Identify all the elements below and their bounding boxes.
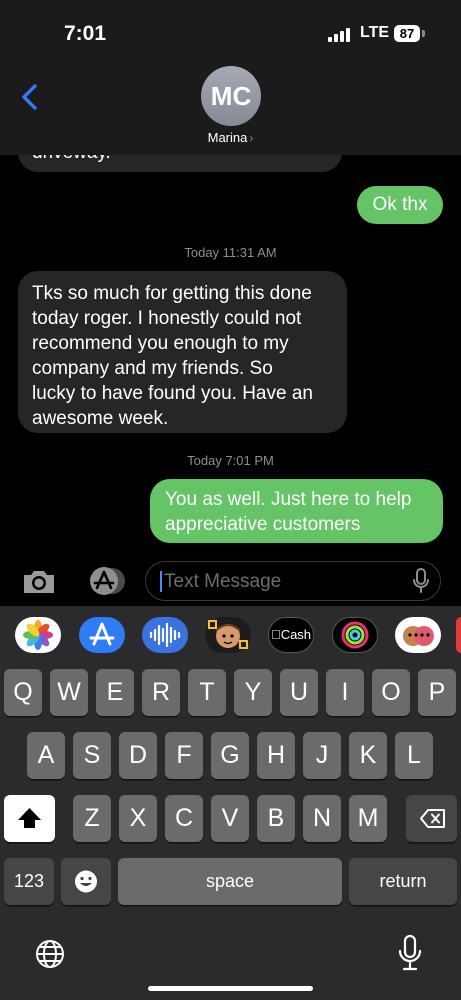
activity-icon[interactable] xyxy=(332,617,378,653)
space-key[interactable]: space xyxy=(118,858,342,905)
message-outgoing[interactable]: You as well. Just here to help appreciat… xyxy=(150,479,443,543)
key-o[interactable]: O xyxy=(372,669,410,716)
message-line: today roger. I honestly could not xyxy=(32,308,302,329)
memoji-stickers-icon[interactable] xyxy=(395,617,441,653)
key-g[interactable]: G xyxy=(211,732,249,779)
contact-name[interactable]: Marina › xyxy=(0,130,461,145)
message-line: company and my friends. So xyxy=(32,358,273,379)
text-cursor xyxy=(160,571,162,592)
home-indicator xyxy=(148,986,313,991)
key-x[interactable]: X xyxy=(119,795,157,842)
key-s[interactable]: S xyxy=(73,732,111,779)
cash-label: Cash xyxy=(275,627,311,642)
photos-icon[interactable] xyxy=(15,617,61,653)
key-a[interactable]: A xyxy=(27,732,65,779)
shift-key[interactable] xyxy=(4,795,55,842)
message-outgoing[interactable]: Ok thx xyxy=(357,186,443,224)
globe-icon[interactable] xyxy=(34,938,66,970)
battery-tip xyxy=(422,30,425,37)
app-store-strip-icon[interactable] xyxy=(79,617,125,653)
key-b[interactable]: B xyxy=(257,795,295,842)
message-line: awesome week. xyxy=(32,408,169,429)
key-e[interactable]: E xyxy=(96,669,134,716)
cash-icon[interactable]: Cash xyxy=(268,617,314,653)
key-y[interactable]: Y xyxy=(234,669,272,716)
key-u[interactable]: U xyxy=(280,669,318,716)
audio-icon[interactable] xyxy=(142,617,188,653)
microphone-icon[interactable] xyxy=(412,567,430,595)
message-incoming[interactable]: Tks so much for getting this done today … xyxy=(18,271,347,433)
delete-key[interactable] xyxy=(406,795,457,842)
message-line: Tks so much for getting this done xyxy=(32,283,312,304)
contact-avatar[interactable]: MC xyxy=(201,66,261,126)
key-j[interactable]: J xyxy=(303,732,341,779)
key-n[interactable]: N xyxy=(303,795,341,842)
message-line: appreciative customers xyxy=(165,514,361,535)
network-label: LTE xyxy=(360,24,390,41)
back-chevron-icon[interactable] xyxy=(14,80,48,114)
message-line: lucky to have found you. Have an xyxy=(32,383,313,404)
contact-chevron-icon: › xyxy=(249,131,254,145)
key-f[interactable]: F xyxy=(165,732,203,779)
key-d[interactable]: D xyxy=(119,732,157,779)
message-line: recommend you enough to my xyxy=(32,333,289,354)
dictation-icon[interactable] xyxy=(398,934,422,972)
key-w[interactable]: W xyxy=(50,669,88,716)
key-h[interactable]: H xyxy=(257,732,295,779)
app-strip-overflow-icon[interactable] xyxy=(456,617,461,653)
return-key[interactable]: return xyxy=(349,858,457,905)
key-k[interactable]: K xyxy=(349,732,387,779)
key-z[interactable]: Z xyxy=(73,795,111,842)
message-text: Ok thx xyxy=(372,194,428,215)
contact-name-label: Marina xyxy=(207,130,248,145)
battery-icon: 87 xyxy=(394,25,420,42)
app-store-icon[interactable] xyxy=(82,565,126,597)
camera-icon[interactable] xyxy=(20,565,58,597)
key-c[interactable]: C xyxy=(165,795,203,842)
key-p[interactable]: P xyxy=(418,669,456,716)
delete-icon xyxy=(420,809,445,828)
key-q[interactable]: Q xyxy=(4,669,42,716)
message-input-placeholder: Text Message xyxy=(164,571,282,592)
key-v[interactable]: V xyxy=(211,795,249,842)
emoji-icon xyxy=(75,870,97,893)
message-input[interactable]: Text Message xyxy=(145,561,441,601)
timestamp: Today 7:01 PM xyxy=(187,453,274,468)
memoji-icon[interactable] xyxy=(205,617,251,653)
message-line: You as well. Just here to help xyxy=(165,489,412,510)
status-time: 7:01 xyxy=(64,22,107,45)
key-m[interactable]: M xyxy=(349,795,387,842)
shift-icon xyxy=(18,808,41,828)
key-t[interactable]: T xyxy=(188,669,226,716)
numbers-key[interactable]: 123 xyxy=(4,858,54,905)
emoji-key[interactable] xyxy=(61,858,111,905)
key-r[interactable]: R xyxy=(142,669,180,716)
key-i[interactable]: I xyxy=(326,669,364,716)
signal-icon xyxy=(328,28,352,42)
timestamp: Today 11:31 AM xyxy=(184,245,277,260)
key-l[interactable]: L xyxy=(395,732,433,779)
status-bar: 7:01 LTE 87 xyxy=(0,0,461,70)
